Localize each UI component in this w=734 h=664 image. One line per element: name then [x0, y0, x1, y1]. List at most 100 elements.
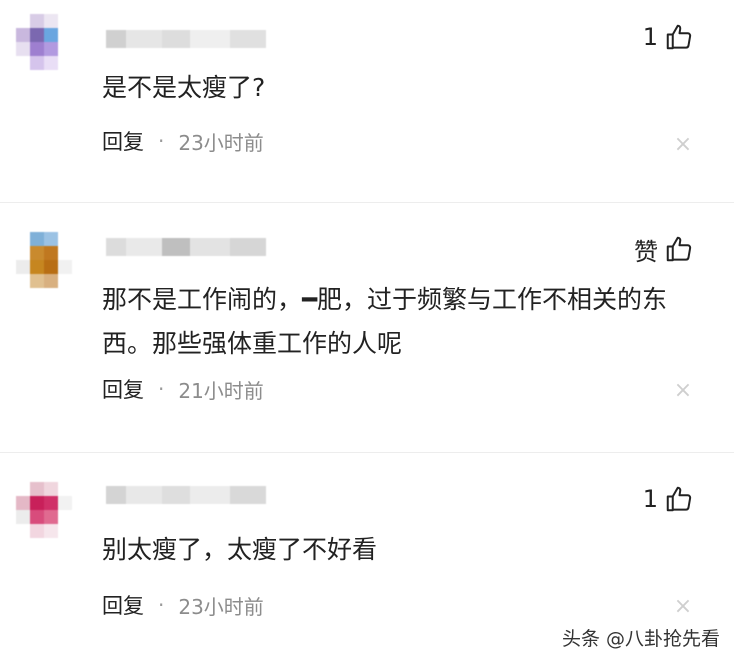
comment-item: 1 是不是太瘦了? 回复 · 23小时前 ×	[0, 0, 734, 196]
like-count: 1	[642, 485, 658, 513]
close-icon[interactable]: ×	[672, 134, 694, 156]
username-blurred[interactable]	[106, 486, 266, 504]
username-blur-block	[230, 30, 266, 48]
username-blur-block	[126, 238, 162, 256]
comment-text: 那不是工作闹的，━肥，过于频繁与工作不相关的东西。那些强体重工作的人呢	[102, 285, 668, 358]
username-blur-block	[230, 486, 266, 504]
avatar-pixel	[16, 246, 30, 260]
avatar[interactable]	[16, 232, 72, 288]
avatar-pixel	[30, 56, 44, 70]
avatar-pixel	[58, 496, 72, 510]
username-blur-block	[106, 30, 126, 48]
close-icon[interactable]: ×	[672, 596, 694, 618]
username-blur-block	[126, 486, 162, 504]
like-label: 赞	[634, 237, 658, 266]
avatar-pixel	[16, 14, 30, 28]
avatar[interactable]	[16, 14, 72, 70]
meta-separator: ·	[158, 593, 165, 617]
username-blurred[interactable]	[106, 30, 266, 48]
avatar-pixel	[44, 42, 58, 56]
avatar-pixel	[30, 246, 44, 260]
avatar-pixel	[44, 524, 58, 538]
like-button[interactable]: 1	[643, 20, 694, 54]
avatar-pixel	[44, 246, 58, 260]
username-blur-block	[126, 30, 162, 48]
avatar-pixel	[44, 28, 58, 42]
avatar-pixel	[44, 274, 58, 288]
avatar-pixel	[16, 274, 30, 288]
avatar-pixel	[44, 510, 58, 524]
comment-text: 别太瘦了，太瘦了不好看	[102, 535, 378, 564]
comment-text: 是不是太瘦了?	[102, 73, 266, 102]
avatar-pixel	[44, 496, 58, 510]
avatar-pixel	[30, 28, 44, 42]
avatar-pixel	[44, 260, 58, 274]
avatar-pixel	[58, 42, 72, 56]
avatar-pixel	[30, 42, 44, 56]
comment-meta: 回复 · 23小时前	[102, 126, 264, 156]
username-blur-block	[230, 238, 266, 256]
timestamp: 23小时前	[178, 594, 264, 619]
avatar-pixel	[58, 482, 72, 496]
avatar-pixel	[58, 524, 72, 538]
avatar-pixel	[30, 260, 44, 274]
avatar-pixel	[58, 232, 72, 246]
avatar-pixel	[16, 42, 30, 56]
like-count: 1	[642, 23, 658, 51]
avatar-pixel	[16, 232, 30, 246]
divider	[0, 202, 734, 203]
avatar-pixel	[16, 28, 30, 42]
watermark: 头条 @八卦抢先看	[561, 628, 720, 650]
avatar-pixel	[58, 246, 72, 260]
username-blur-block	[190, 486, 230, 504]
avatar-pixel	[16, 510, 30, 524]
username-blur-block	[106, 238, 126, 256]
avatar-pixel	[30, 496, 44, 510]
avatar-pixel	[16, 496, 30, 510]
username-blur-block	[162, 238, 190, 256]
avatar-pixel	[44, 56, 58, 70]
comment-meta: 回复 · 21小时前	[102, 374, 264, 404]
like-button[interactable]: 赞	[634, 232, 694, 266]
username-blur-block	[162, 486, 190, 504]
divider	[0, 452, 734, 453]
avatar-pixel	[16, 482, 30, 496]
comment-item: 赞 那不是工作闹的，━肥，过于频繁与工作不相关的东西。那些强体重工作的人呢 回复…	[0, 210, 734, 450]
avatar-pixel	[58, 510, 72, 524]
avatar-pixel	[30, 274, 44, 288]
avatar-pixel	[58, 14, 72, 28]
avatar-pixel	[30, 524, 44, 538]
close-icon[interactable]: ×	[672, 380, 694, 402]
avatar-pixel	[16, 260, 30, 274]
username-blur-block	[106, 486, 126, 504]
reply-button[interactable]: 回复	[102, 590, 144, 620]
avatar-pixel	[58, 28, 72, 42]
avatar-pixel	[58, 56, 72, 70]
avatar-pixel	[30, 482, 44, 496]
avatar-pixel	[30, 232, 44, 246]
avatar-pixel	[44, 232, 58, 246]
avatar-pixel	[58, 260, 72, 274]
username-blur-block	[162, 30, 190, 48]
avatar-pixel	[16, 56, 30, 70]
reply-button[interactable]: 回复	[102, 126, 144, 156]
meta-separator: ·	[158, 377, 165, 401]
timestamp: 21小时前	[178, 378, 264, 403]
username-blurred[interactable]	[106, 238, 266, 256]
avatar-pixel	[44, 482, 58, 496]
avatar[interactable]	[16, 482, 72, 538]
thumbs-up-icon	[666, 486, 692, 512]
meta-separator: ·	[158, 129, 165, 153]
thumbs-up-icon	[666, 236, 692, 262]
like-button[interactable]: 1	[643, 482, 694, 516]
timestamp: 23小时前	[178, 130, 264, 155]
avatar-pixel	[44, 14, 58, 28]
avatar-pixel	[58, 274, 72, 288]
comment-meta: 回复 · 23小时前	[102, 590, 264, 620]
reply-button[interactable]: 回复	[102, 374, 144, 404]
thumbs-up-icon	[666, 24, 692, 50]
avatar-pixel	[16, 524, 30, 538]
avatar-pixel	[30, 510, 44, 524]
avatar-pixel	[30, 14, 44, 28]
username-blur-block	[190, 30, 230, 48]
